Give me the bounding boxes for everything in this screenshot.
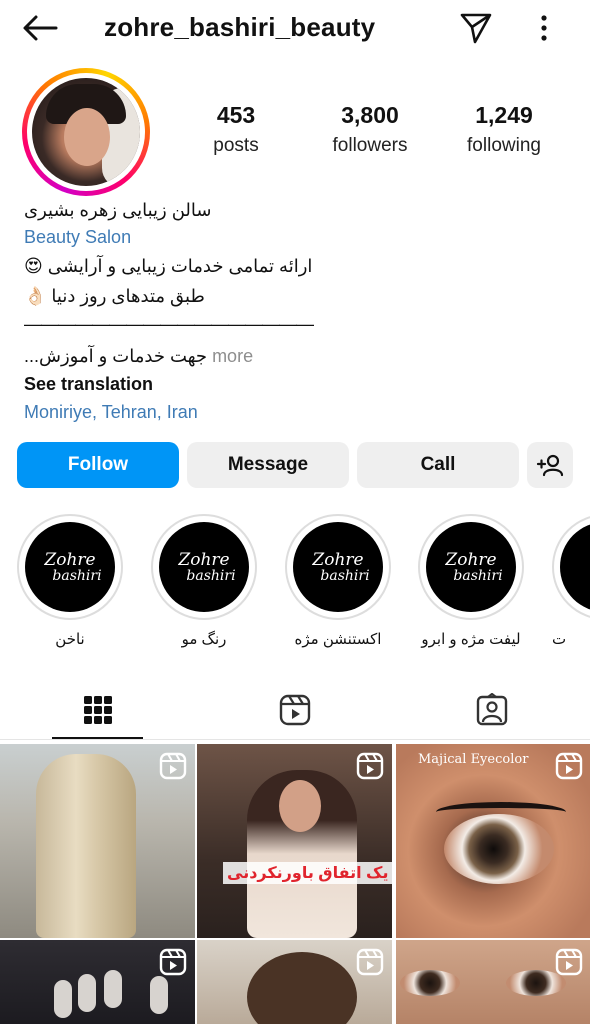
bio-line-4-text: جهت خدمات و آموزش... <box>24 346 208 366</box>
tab-divider <box>0 739 590 740</box>
post-thumbnail[interactable] <box>396 940 590 1024</box>
grid-icon <box>84 696 112 724</box>
bio-line-2: طبق متدهای روز دنیا 👌🏻 <box>24 286 205 306</box>
see-translation-link[interactable]: See translation <box>24 374 153 395</box>
reel-badge-icon <box>159 948 187 976</box>
post-thumbnail[interactable]: Majical Eyecolor <box>396 744 590 938</box>
highlight-item[interactable]: Zohre bashiri رنگ مو <box>151 514 257 648</box>
highlight-label: رنگ مو <box>181 631 227 648</box>
reel-badge-icon <box>159 752 187 780</box>
highlight-item[interactable]: Zohre bashiri لیفت مژه و ابرو <box>418 514 524 648</box>
highlight-cover: Zohre bashiri <box>293 522 383 612</box>
reel-badge-icon <box>555 948 583 976</box>
post-caption-overlay: یک اتفاق باورنکردنی <box>223 862 392 884</box>
back-button[interactable] <box>20 12 60 44</box>
highlight-cover: Zohre bashiri <box>426 522 516 612</box>
bio-display-name: سالن زیبایی زهره بشیری <box>24 200 212 220</box>
following-count[interactable]: 1,249 following <box>456 102 552 157</box>
reel-badge-icon <box>555 752 583 780</box>
highlight-label: ت <box>552 631 567 648</box>
post-brand-text: Majical Eyecolor <box>418 752 529 767</box>
followers-count[interactable]: 3,800 followers <box>322 102 418 157</box>
reel-badge-icon <box>356 752 384 780</box>
highlight-item[interactable]: Z ت <box>552 514 590 648</box>
more-options-button[interactable] <box>530 12 558 44</box>
paper-plane-icon <box>460 13 492 44</box>
call-button[interactable]: Call <box>357 442 519 488</box>
arrow-left-icon <box>23 15 58 41</box>
bio-category: Beauty Salon <box>24 227 132 247</box>
posts-label: posts <box>213 135 259 156</box>
reels-icon <box>279 694 311 726</box>
post-thumbnail[interactable] <box>0 744 195 938</box>
following-label: following <box>467 135 541 156</box>
highlight-item[interactable]: Zohre bashiri اکستنشن مژه <box>285 514 391 648</box>
tab-posts-grid[interactable] <box>0 680 196 740</box>
follow-button[interactable]: Follow <box>17 442 179 488</box>
tab-reels[interactable] <box>197 680 393 740</box>
posts-count[interactable]: 453 posts <box>198 102 274 157</box>
tab-tagged[interactable] <box>394 680 590 740</box>
post-thumbnail[interactable] <box>0 940 195 1024</box>
add-user-icon <box>536 454 564 477</box>
following-number: 1,249 <box>475 102 533 128</box>
kebab-menu-icon <box>541 15 547 41</box>
message-button[interactable]: Message <box>187 442 349 488</box>
bio-line-1: ارائه تمامی خدمات زیبایی و آرایشی 😍 <box>24 256 313 276</box>
post-thumbnail[interactable]: یک اتفاق باورنکردنی <box>197 744 392 938</box>
suggested-users-button[interactable] <box>527 442 573 488</box>
followers-number: 3,800 <box>341 102 399 128</box>
tagged-person-icon <box>476 693 508 726</box>
highlight-label: اکستنشن مژه <box>294 631 382 648</box>
highlight-label: ناخن <box>55 631 85 648</box>
bio-divider: ————————————————— <box>24 314 314 334</box>
highlight-cover: Zohre bashiri <box>25 522 115 612</box>
post-thumbnail[interactable] <box>197 940 392 1024</box>
highlight-cover: Z <box>560 522 590 612</box>
highlight-cover: Zohre bashiri <box>159 522 249 612</box>
avatar <box>32 78 140 186</box>
highlight-item[interactable]: Zohre bashiri ناخن <box>17 514 123 648</box>
top-bar: zohre_bashiri_beauty <box>0 0 590 56</box>
story-ring[interactable] <box>22 68 150 196</box>
location-link[interactable]: Moniriye, Tehran, Iran <box>24 402 198 423</box>
profile-username: zohre_bashiri_beauty <box>104 12 376 42</box>
highlight-label: لیفت مژه و ابرو <box>421 631 521 648</box>
more-link[interactable]: more <box>207 346 253 366</box>
reel-badge-icon <box>356 948 384 976</box>
send-message-button[interactable] <box>458 10 494 46</box>
posts-number: 453 <box>216 102 256 128</box>
followers-label: followers <box>332 135 408 156</box>
bio-line-4: جهت خدمات و آموزش... more <box>24 346 253 367</box>
